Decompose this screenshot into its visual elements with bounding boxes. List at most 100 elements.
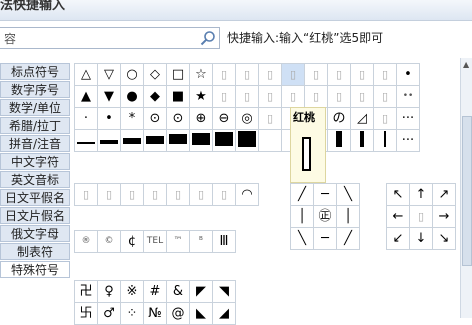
category-hiragana[interactable]: 日文平假名 bbox=[0, 189, 70, 206]
symbol-cell[interactable]: ··· bbox=[396, 107, 420, 130]
symbol-cell[interactable]: ● bbox=[120, 85, 144, 108]
symbol-cell[interactable]: ▯ bbox=[350, 63, 374, 86]
symbol-cell[interactable]: ▯ bbox=[373, 85, 397, 108]
symbol-cell[interactable]: ⁘ bbox=[120, 302, 144, 325]
symbol-cell[interactable]: 卐 bbox=[74, 302, 98, 325]
category-math-units[interactable]: 数学/单位 bbox=[0, 99, 70, 116]
symbol-cell[interactable]: # bbox=[143, 280, 167, 303]
symbol-cell[interactable]: @ bbox=[166, 302, 190, 325]
category-punctuation[interactable]: 标点符号 bbox=[0, 63, 70, 80]
category-numbers[interactable]: 数字序号 bbox=[0, 81, 70, 98]
symbol-cell[interactable]: ─ bbox=[313, 183, 337, 206]
symbol-cell[interactable]: ▽ bbox=[97, 63, 121, 86]
symbol-cell[interactable]: ◥ bbox=[212, 280, 236, 303]
symbol-cell[interactable]: ⊕ bbox=[189, 107, 213, 130]
search-box[interactable] bbox=[0, 27, 220, 49]
symbol-cell[interactable]: № bbox=[143, 302, 167, 325]
symbol-cell[interactable]: ╲ bbox=[290, 227, 314, 250]
bar-cell[interactable] bbox=[143, 129, 167, 152]
bar-cell[interactable] bbox=[120, 129, 144, 152]
symbol-cell[interactable]: ▯ bbox=[281, 85, 305, 108]
symbol-cell[interactable]: ▲ bbox=[74, 85, 98, 108]
symbol-cell[interactable]: Ⅲ bbox=[212, 230, 236, 253]
bar-cell[interactable] bbox=[212, 129, 236, 152]
symbol-cell[interactable]: ▯ bbox=[189, 183, 213, 206]
symbol-cell[interactable]: ╱ bbox=[336, 227, 360, 250]
symbol-cell[interactable]: │ bbox=[336, 205, 360, 228]
symbol-cell[interactable]: ◎ bbox=[235, 107, 259, 130]
symbol-cell[interactable]: ¢ bbox=[120, 230, 144, 253]
category-phonetic[interactable]: 英文音标 bbox=[0, 171, 70, 188]
symbol-cell[interactable]: ╱ bbox=[290, 183, 314, 206]
symbol-cell[interactable]: ◤ bbox=[189, 280, 213, 303]
bar-cell[interactable] bbox=[258, 129, 282, 152]
symbol-cell[interactable]: ⊖ bbox=[212, 107, 236, 130]
symbol-cell[interactable]: ▯ bbox=[212, 63, 236, 86]
symbol-cell[interactable]: ■ bbox=[166, 85, 190, 108]
symbol-cell[interactable]: ▯ bbox=[120, 183, 144, 206]
symbol-cell[interactable]: • bbox=[97, 107, 121, 130]
symbol-cell[interactable]: ◠ bbox=[235, 183, 259, 206]
symbol-cell[interactable]: の bbox=[327, 107, 351, 130]
bar-cell[interactable] bbox=[189, 129, 213, 152]
symbol-cell[interactable]: ® bbox=[74, 230, 98, 253]
bar-cell[interactable] bbox=[97, 129, 121, 152]
category-box-drawing[interactable]: 制表符 bbox=[0, 243, 70, 260]
symbol-cell[interactable]: ▯ bbox=[373, 107, 397, 130]
bar-cell[interactable] bbox=[373, 129, 397, 152]
symbol-cell[interactable]: → bbox=[432, 205, 456, 228]
scroll-up-arrow-icon[interactable]: ▲ bbox=[463, 60, 469, 69]
scrollbar-thumb[interactable] bbox=[462, 116, 472, 266]
symbol-cell[interactable]: ↘ bbox=[432, 227, 456, 250]
symbol-cell[interactable]: ← bbox=[386, 205, 410, 228]
vertical-scrollbar[interactable]: ▲ bbox=[460, 58, 472, 318]
symbol-cell[interactable]: ▯ bbox=[166, 183, 190, 206]
symbol-cell[interactable]: ↙ bbox=[386, 227, 410, 250]
symbol-cell[interactable]: ㊣ bbox=[313, 205, 337, 228]
symbol-cell[interactable]: ▯ bbox=[327, 85, 351, 108]
symbol-cell[interactable]: 卍 bbox=[74, 280, 98, 303]
category-katakana[interactable]: 日文片假名 bbox=[0, 207, 70, 224]
symbol-cell[interactable]: © bbox=[97, 230, 121, 253]
search-icon[interactable] bbox=[200, 30, 216, 46]
symbol-cell[interactable]: ⊙ bbox=[143, 107, 167, 130]
symbol-cell[interactable]: ─ bbox=[313, 227, 337, 250]
category-greek-latin[interactable]: 希腊/拉丁 bbox=[0, 117, 70, 134]
symbol-cell[interactable]: ◆ bbox=[143, 85, 167, 108]
bar-cell[interactable] bbox=[350, 129, 374, 152]
symbol-cell[interactable]: · bbox=[74, 107, 98, 130]
symbol-cell[interactable]: ▯ bbox=[235, 85, 259, 108]
symbol-cell[interactable]: ↖ bbox=[386, 183, 410, 206]
symbol-cell[interactable]: ★ bbox=[189, 85, 213, 108]
category-pinyin[interactable]: 拼音/注音 bbox=[0, 135, 70, 152]
symbol-cell[interactable]: ··· bbox=[396, 129, 420, 152]
symbol-cell[interactable]: ◿ bbox=[350, 107, 374, 130]
symbol-cell[interactable]: ◢ bbox=[212, 302, 236, 325]
symbol-cell[interactable]: ▯ bbox=[350, 85, 374, 108]
symbol-cell[interactable]: ▯ bbox=[97, 183, 121, 206]
symbol-cell[interactable]: ↑ bbox=[409, 183, 433, 206]
symbol-cell[interactable]: ⊙ bbox=[166, 107, 190, 130]
symbol-cell[interactable]: ▯ bbox=[304, 85, 328, 108]
symbol-cell-selected[interactable]: ▯ bbox=[281, 63, 305, 86]
symbol-cell[interactable]: •• bbox=[396, 85, 420, 108]
symbol-cell[interactable]: ▯ bbox=[327, 63, 351, 86]
symbol-cell[interactable]: ↓ bbox=[409, 227, 433, 250]
symbol-cell[interactable]: ▯ bbox=[212, 183, 236, 206]
symbol-cell[interactable]: ᴮ bbox=[189, 230, 213, 253]
symbol-cell[interactable]: TEL bbox=[143, 230, 167, 253]
symbol-cell[interactable]: ▯ bbox=[258, 107, 282, 130]
symbol-cell[interactable]: ▯ bbox=[258, 63, 282, 86]
symbol-cell[interactable]: ▯ bbox=[235, 63, 259, 86]
category-chinese-chars[interactable]: 中文字符 bbox=[0, 153, 70, 170]
symbol-cell[interactable]: △ bbox=[74, 63, 98, 86]
symbol-cell[interactable]: □ bbox=[166, 63, 190, 86]
symbol-cell[interactable]: ◣ bbox=[189, 302, 213, 325]
symbol-cell[interactable]: * bbox=[120, 107, 144, 130]
bar-cell[interactable] bbox=[74, 129, 98, 152]
symbol-cell[interactable]: ○ bbox=[120, 63, 144, 86]
symbol-cell[interactable]: ♀ bbox=[97, 280, 121, 303]
symbol-cell[interactable]: & bbox=[166, 280, 190, 303]
category-russian[interactable]: 俄文字母 bbox=[0, 225, 70, 242]
symbol-cell[interactable]: ♂ bbox=[97, 302, 121, 325]
